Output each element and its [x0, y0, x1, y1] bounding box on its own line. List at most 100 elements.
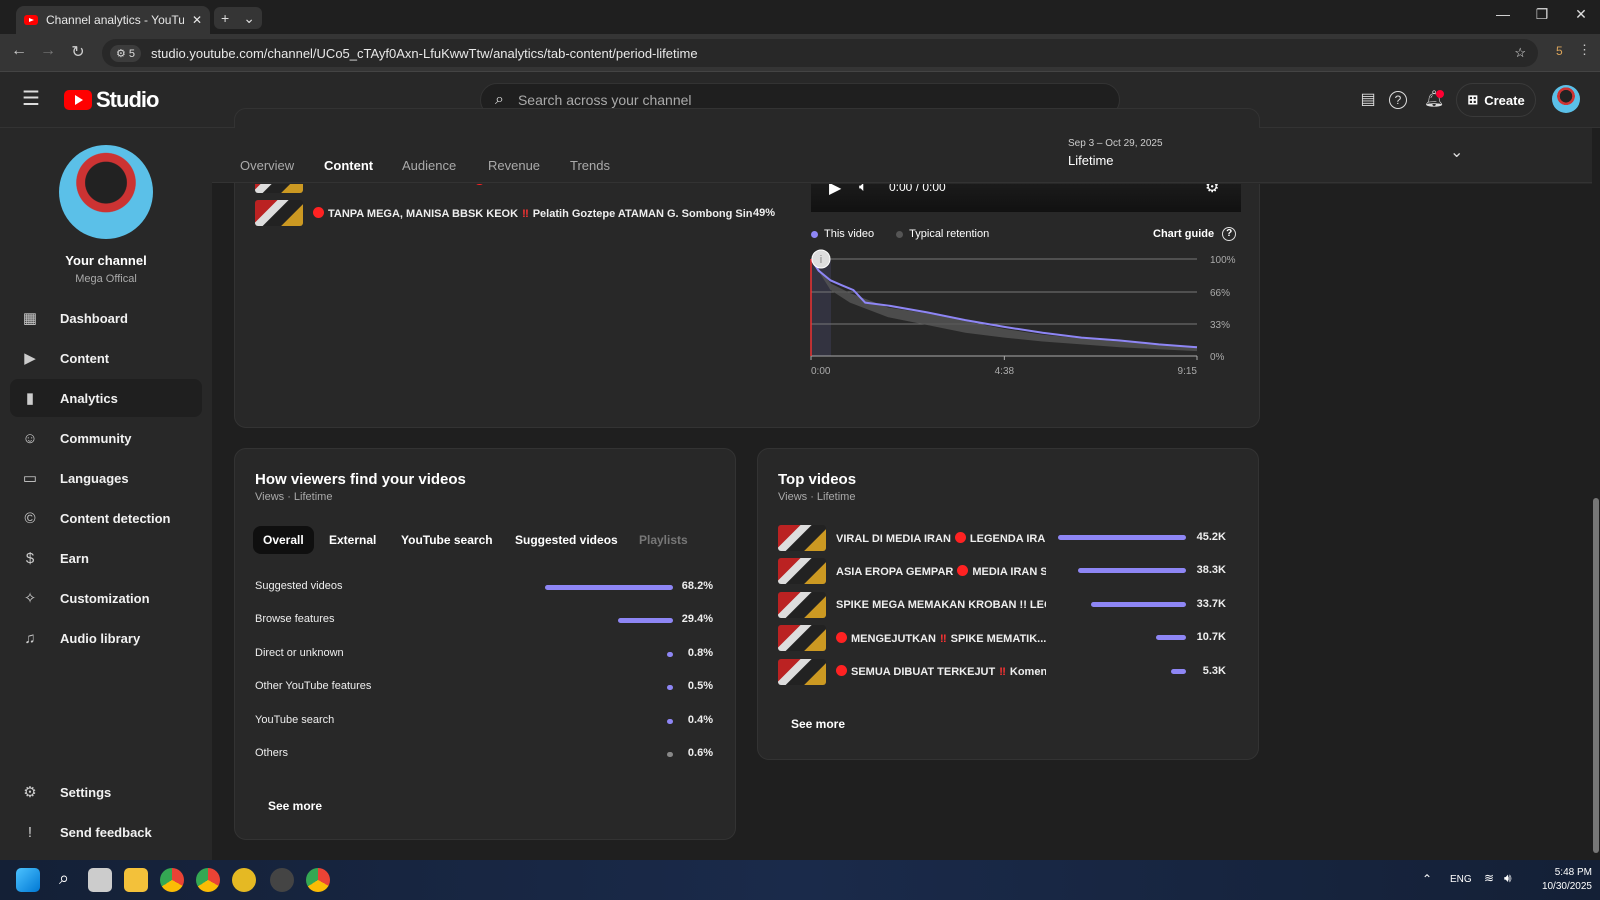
- back-button[interactable]: ←: [8, 42, 30, 64]
- clock[interactable]: 5:48 PM 10/30/2025: [1530, 867, 1592, 892]
- sidebar-item-settings[interactable]: ⚙ Settings: [10, 773, 202, 811]
- top-video-row[interactable]: ASIA EROPA GEMPARMEDIA IRAN S...38.3K: [778, 558, 1226, 585]
- card-title: How viewers find your videos: [255, 471, 466, 488]
- tab-overview[interactable]: Overview: [240, 158, 294, 173]
- browser-tab[interactable]: Channel analytics - YouTube Studio ✕: [16, 6, 210, 34]
- account-avatar[interactable]: [1552, 85, 1580, 113]
- traffic-value: 29.4%: [681, 613, 713, 626]
- period-label: Lifetime: [1068, 153, 1114, 168]
- browser-menu-icon[interactable]: ⋮: [1578, 42, 1591, 58]
- top-video-row[interactable]: SPIKE MEGA MEMAKAN KROBAN !! LEG... 33.7K: [778, 591, 1226, 618]
- youtube-favicon-icon: [24, 15, 38, 25]
- help-icon[interactable]: ?: [1389, 91, 1407, 109]
- traffic-bar: [667, 651, 673, 657]
- top-video-row[interactable]: VIRAL DI MEDIA IRAN LEGENDA IRA... 45.2K: [778, 525, 1226, 551]
- start-button-icon[interactable]: [16, 868, 40, 892]
- traffic-value: 0.5%: [687, 680, 713, 693]
- traffic-source-row[interactable]: Suggested videos 68.2%: [255, 577, 713, 597]
- y-tick-label: 66%: [1210, 288, 1230, 299]
- youtube-logo-icon: [64, 90, 92, 110]
- top-video-row[interactable]: SEMUA DIBUAT TERKEJUT‼Koment...5.3K: [778, 658, 1226, 685]
- scrollbar[interactable]: [1592, 128, 1600, 860]
- traffic-source-label: Suggested videos: [255, 580, 343, 592]
- tab-revenue[interactable]: Revenue: [488, 158, 540, 173]
- period-range: Sep 3 – Oct 29, 2025: [1068, 138, 1163, 149]
- studio-logo[interactable]: Studio: [64, 87, 159, 113]
- scrollbar-thumb[interactable]: [1593, 498, 1599, 853]
- traffic-source-row[interactable]: Others 0.6%: [255, 744, 713, 764]
- sidebar-item-earn[interactable]: $ Earn: [10, 539, 202, 577]
- traffic-source-row[interactable]: Browse features 29.4%: [255, 610, 713, 630]
- volume-icon[interactable]: 🔊︎: [1504, 871, 1512, 886]
- restore-button[interactable]: ❐: [1527, 6, 1557, 28]
- traffic-bar: [667, 718, 673, 724]
- traffic-source-row[interactable]: Other YouTube features 0.5%: [255, 677, 713, 697]
- wifi-icon[interactable]: ≋: [1484, 871, 1494, 885]
- task-view-icon[interactable]: [88, 868, 112, 892]
- sidebar-item-content-detection[interactable]: © Content detection: [10, 499, 202, 537]
- sidebar-item-audio-library[interactable]: ♫ Audio library: [10, 619, 202, 657]
- new-tab-button[interactable]: +: [221, 10, 229, 26]
- retention-chart: 100% 66% 33% 0% 0:00 4:38 9:15 i: [810, 249, 1236, 377]
- tray-overflow-icon[interactable]: ⌃: [1422, 872, 1432, 886]
- browser-toolbar: ← → ↻ ⚙ 5 studio.youtube.com/channel/UCo5…: [0, 34, 1600, 72]
- chart-guide-button[interactable]: Chart guide?: [1153, 227, 1237, 241]
- traffic-value: 0.4%: [687, 713, 713, 726]
- chip-external[interactable]: External: [319, 526, 386, 554]
- chip-youtube-search[interactable]: YouTube search: [391, 526, 503, 554]
- sidebar-item-customization[interactable]: ✧ Customization: [10, 579, 202, 617]
- list-item[interactable]: TANPA MEGA, MANISA BBSK KEOK ‼ Pelatih Goz…: [255, 200, 775, 226]
- feedback-messages-icon[interactable]: ▤: [1356, 88, 1380, 112]
- create-button[interactable]: ⊞ Create: [1456, 83, 1536, 117]
- search-icon[interactable]: ⌕: [52, 868, 76, 892]
- hamburger-menu-icon[interactable]: ☰: [22, 86, 40, 111]
- traffic-bar: [667, 752, 673, 757]
- traffic-sources-card: How viewers find your videos Views · Lif…: [234, 448, 736, 840]
- tab-audience[interactable]: Audience: [402, 158, 456, 173]
- address-bar[interactable]: ⚙ 5 studio.youtube.com/channel/UCo5_cTAyf…: [102, 39, 1538, 67]
- chevron-down-icon: ⌄: [1450, 144, 1464, 161]
- sidebar: Your channel Mega Offical ▦ Dashboard ▶ Co…: [0, 128, 212, 860]
- traffic-source-label: YouTube search: [255, 713, 335, 726]
- tab-content[interactable]: Content: [324, 158, 373, 173]
- chip-overall[interactable]: Overall: [253, 526, 314, 554]
- tab-trends[interactable]: Trends: [570, 158, 610, 173]
- close-tab-icon[interactable]: ✕: [192, 13, 202, 27]
- top-video-row[interactable]: MENGEJUTKAN ‼ SPIKE MEMATIK... 10.7K: [778, 625, 1226, 652]
- see-more-button[interactable]: See more: [778, 709, 858, 739]
- views-value: 45.2K: [1196, 531, 1226, 543]
- chrome-icon[interactable]: [306, 868, 330, 892]
- extension-badge[interactable]: 5: [1556, 44, 1563, 58]
- site-info-button[interactable]: ⚙ 5: [110, 44, 142, 62]
- chrome-icon[interactable]: [196, 868, 220, 892]
- period-selector[interactable]: Sep 3 – Oct 29, 2025 Lifetime ⌄: [1068, 138, 1468, 178]
- traffic-source-row[interactable]: Direct or unknown 0.8%: [255, 644, 713, 664]
- channel-name: Mega Offical: [75, 273, 137, 285]
- sidebar-item-content[interactable]: ▶ Content: [10, 339, 202, 377]
- sidebar-item-analytics[interactable]: ▮ Analytics: [10, 379, 202, 417]
- taskbar: ⌕ ⌃ ENG ≋ 🔊︎ 5:48 PM 10/30/2025: [0, 860, 1600, 900]
- language-indicator[interactable]: ENG: [1450, 874, 1472, 885]
- sidebar-item-community[interactable]: ☺ Community: [10, 419, 202, 457]
- traffic-source-row[interactable]: YouTube search 0.4%: [255, 711, 713, 731]
- see-more-button[interactable]: See more: [255, 791, 335, 821]
- active-app-icon[interactable]: [270, 868, 294, 892]
- file-explorer-icon[interactable]: [124, 868, 148, 892]
- chip-suggested-videos[interactable]: Suggested videos: [505, 526, 628, 554]
- minimize-button[interactable]: —: [1488, 6, 1518, 28]
- info-icon: i: [820, 254, 822, 266]
- forward-button[interactable]: →: [37, 42, 59, 64]
- video-thumbnail: [778, 558, 826, 585]
- tab-search-button[interactable]: ⌄: [243, 10, 255, 27]
- sidebar-item-languages[interactable]: ▭ Languages: [10, 459, 202, 497]
- chrome-icon[interactable]: [160, 868, 184, 892]
- channel-avatar[interactable]: [59, 145, 153, 239]
- reload-button[interactable]: ↻: [67, 42, 89, 64]
- notifications-bell-icon[interactable]: 🔔︎: [1422, 88, 1446, 112]
- sidebar-item-dashboard[interactable]: ▦ Dashboard: [10, 299, 202, 337]
- app-icon[interactable]: [232, 868, 256, 892]
- chip-playlists[interactable]: Playlists: [629, 526, 698, 554]
- sidebar-item-send-feedback[interactable]: ! Send feedback: [10, 813, 202, 851]
- close-window-button[interactable]: ✕: [1566, 6, 1596, 28]
- bookmark-star-icon[interactable]: ☆: [1514, 45, 1526, 61]
